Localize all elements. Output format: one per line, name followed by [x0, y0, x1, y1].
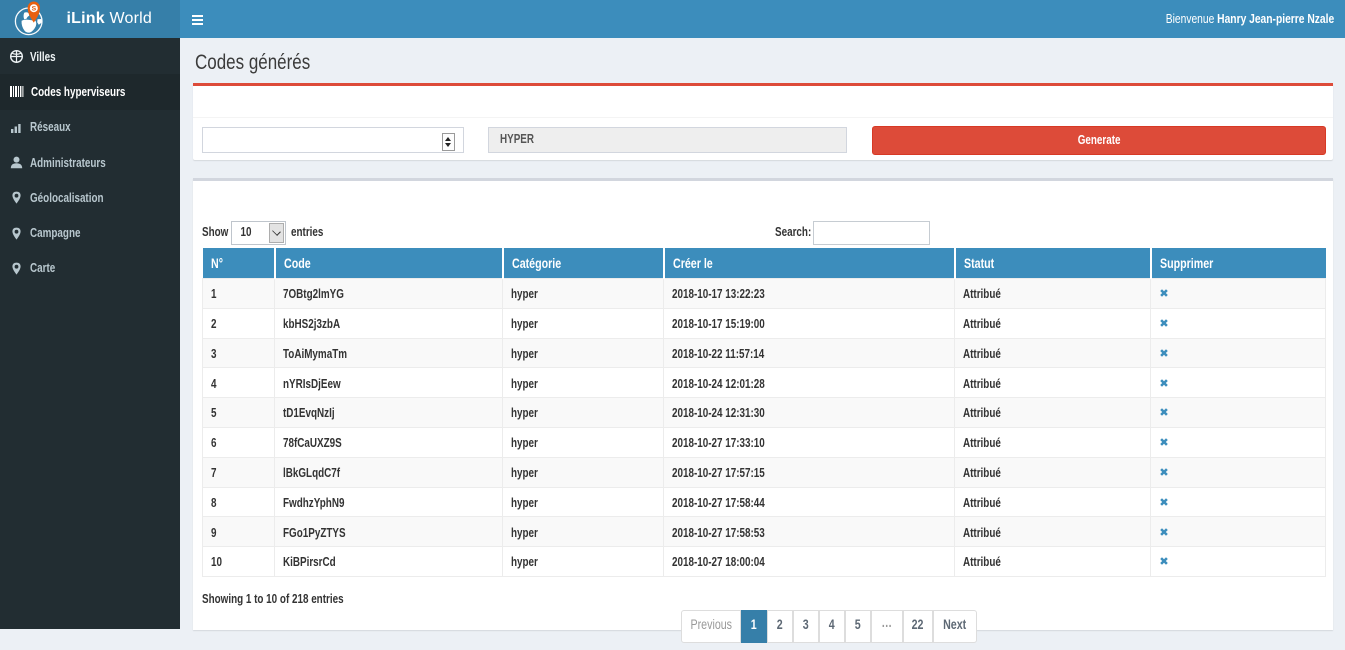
svg-text:S: S	[32, 6, 37, 13]
